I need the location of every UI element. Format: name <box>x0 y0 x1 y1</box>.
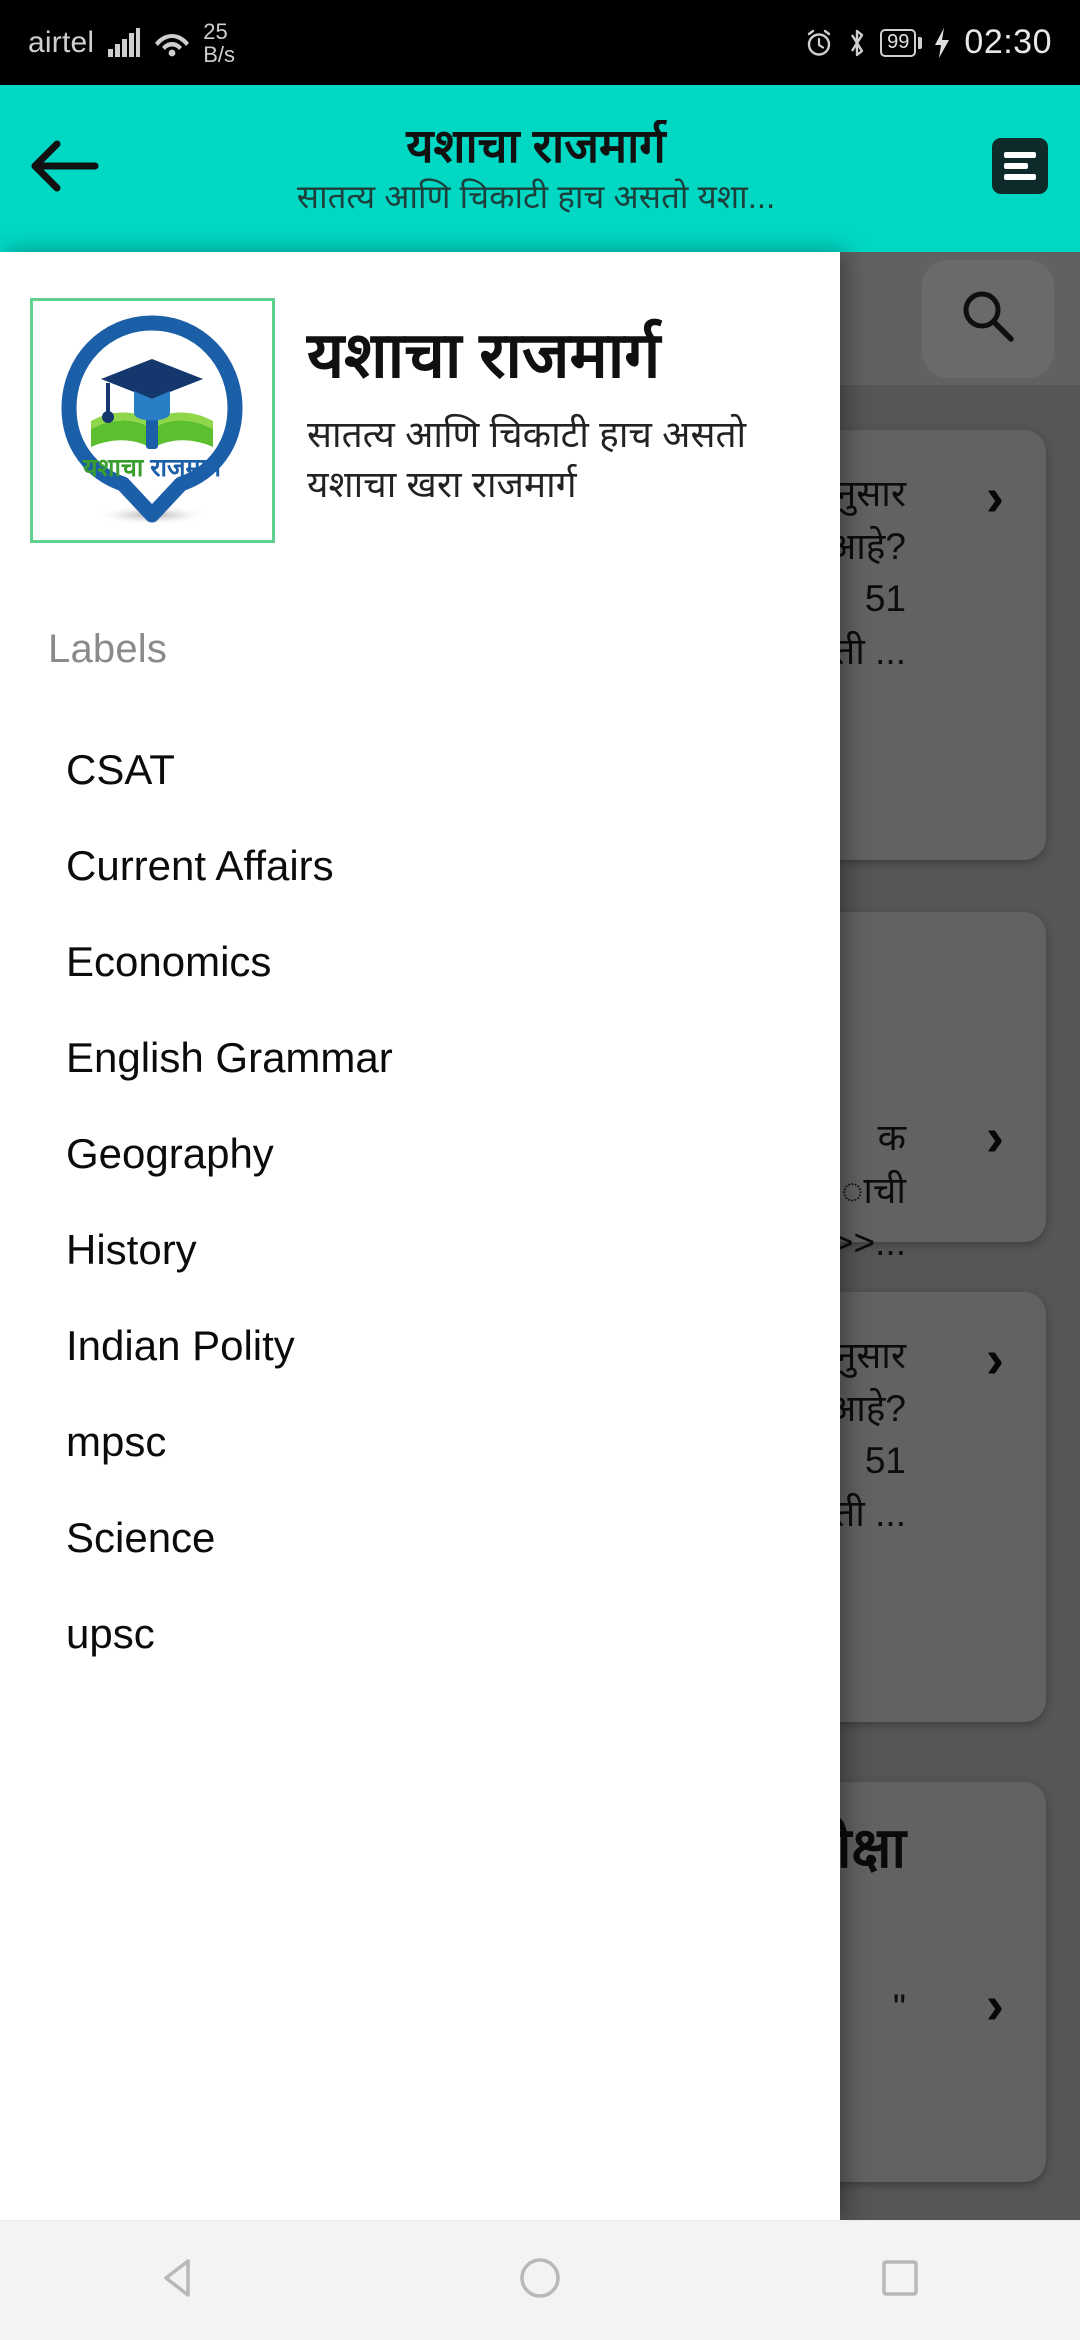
status-bar-left: airtel 25 B/s <box>28 20 235 66</box>
system-nav-bar <box>0 2220 1080 2340</box>
page-subtitle: सातत्य आणि चिकाटी हाच असतो यशा... <box>296 178 776 216</box>
labels-list: CSAT Current Affairs Economics English G… <box>0 722 840 1682</box>
drawer-subtitle-line1: सातत्य आणि चिकाटी हाच असतो <box>307 414 747 456</box>
app-bar-titles: यशाचा राजमार्ग सातत्य आणि चिकाटी हाच असत… <box>128 120 960 216</box>
drawer-header-text: यशाचा राजमार्ग सातत्य आणि चिकाटी हाच असत… <box>275 298 827 543</box>
data-rate: 25 B/s <box>203 20 235 66</box>
bluetooth-icon <box>846 27 868 59</box>
data-rate-unit: B/s <box>203 41 236 67</box>
wifi-icon <box>154 28 190 58</box>
drawer-item-mpsc[interactable]: mpsc <box>0 1394 840 1490</box>
battery-level: 99 <box>880 28 917 57</box>
drawer-subtitle: सातत्य आणि चिकाटी हाच असतो यशाचा खरा राज… <box>307 410 827 510</box>
circle-home-icon <box>517 2255 563 2306</box>
phone-screen: airtel 25 B/s 99 02:30 नुसार आहे? 51 ...… <box>0 0 1080 2340</box>
drawer-item-label: Geography <box>66 1130 274 1177</box>
back-button[interactable] <box>0 85 128 252</box>
page-title: यशाचा राजमार्ग <box>406 120 666 173</box>
nav-back-button[interactable] <box>100 2221 260 2340</box>
svg-text:यशाचा राजमार्ग: यशाचा राजमार्ग <box>82 453 222 482</box>
labels-heading: Labels <box>48 627 168 671</box>
clock: 02:30 <box>964 23 1052 61</box>
app-logo: यशाचा राजमार्ग <box>30 298 275 543</box>
chevron-right-icon: › <box>986 467 1004 527</box>
square-recents-icon <box>877 2255 923 2306</box>
drawer-item-label: upsc <box>66 1610 155 1657</box>
status-bar-right: 99 02:30 <box>804 23 1052 62</box>
drawer-item-label: CSAT <box>66 746 175 793</box>
app-bar: यशाचा राजमार्ग सातत्य आणि चिकाटी हाच असत… <box>0 85 1080 252</box>
drawer-item-geography[interactable]: Geography <box>0 1106 840 1202</box>
search-button[interactable] <box>922 259 1054 378</box>
nav-recents-button[interactable] <box>820 2221 980 2340</box>
list-view-icon <box>991 137 1049 200</box>
drawer-item-label: Economics <box>66 938 272 985</box>
chevron-right-icon: › <box>986 1975 1004 2035</box>
drawer-title: यशाचा राजमार्ग <box>307 319 661 391</box>
drawer-item-label: Current Affairs <box>66 842 334 889</box>
drawer-item-label: History <box>66 1226 197 1273</box>
drawer-item-label: Science <box>66 1514 216 1561</box>
signal-bars-icon <box>107 27 141 58</box>
drawer-item-economics[interactable]: Economics <box>0 914 840 1010</box>
chevron-right-icon: › <box>986 1107 1004 1167</box>
carrier-label: airtel <box>28 25 95 59</box>
battery-icon: 99 <box>880 28 923 57</box>
status-bar: airtel 25 B/s 99 02:30 <box>0 0 1080 85</box>
data-rate-value: 25 <box>203 18 228 44</box>
charging-bolt-icon <box>934 27 950 58</box>
search-icon <box>957 285 1019 352</box>
triangle-back-icon <box>157 2255 203 2306</box>
drawer-item-label: English Grammar <box>66 1034 393 1081</box>
battery-nub <box>918 36 923 49</box>
drawer-item-csat[interactable]: CSAT <box>0 722 840 818</box>
drawer-item-history[interactable]: History <box>0 1202 840 1298</box>
drawer-header: यशाचा राजमार्ग यशाचा राजमार्ग सातत्य आणि… <box>0 252 840 543</box>
nav-home-button[interactable] <box>460 2221 620 2340</box>
drawer-item-upsc[interactable]: upsc <box>0 1586 840 1682</box>
chevron-right-icon: › <box>986 1329 1004 1389</box>
drawer-item-indian-polity[interactable]: Indian Polity <box>0 1298 840 1394</box>
drawer-item-current-affairs[interactable]: Current Affairs <box>0 818 840 914</box>
alarm-icon <box>804 28 834 58</box>
drawer-subtitle-line2: यशाचा खरा राजमार्ग <box>307 464 577 506</box>
drawer-item-label: Indian Polity <box>66 1322 295 1369</box>
list-view-button[interactable] <box>960 85 1080 252</box>
drawer-item-english-grammar[interactable]: English Grammar <box>0 1010 840 1106</box>
drawer-item-science[interactable]: Science <box>0 1490 840 1586</box>
drawer-item-label: mpsc <box>66 1418 167 1465</box>
arrow-left-icon <box>29 138 99 199</box>
navigation-drawer: यशाचा राजमार्ग यशाचा राजमार्ग सातत्य आणि… <box>0 252 840 2220</box>
